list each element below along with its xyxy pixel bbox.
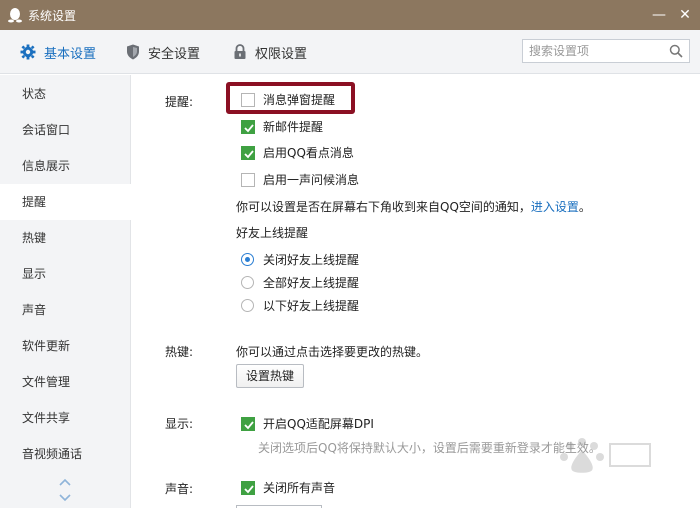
greeting-message-option[interactable]: 启用一声问候消息 [241,171,359,188]
option-label: 启用QQ看点消息 [263,146,354,160]
friend-online-title: 好友上线提醒 [236,226,309,240]
sidebar-item-software-update[interactable]: 软件更新 [0,328,131,364]
qq-kandian-checkbox[interactable] [241,145,255,160]
dpi-adapt-option[interactable]: 开启QQ适配屏幕DPI [241,415,374,432]
greeting-checkbox[interactable] [241,172,255,187]
mute-all-checkbox[interactable] [241,480,255,495]
friend-online-selected-option[interactable]: 以下好友上线提醒 [241,297,359,314]
shield-icon [127,44,139,60]
friend-online-off-option[interactable]: 关闭好友上线提醒 [241,251,359,268]
option-label: 关闭好友上线提醒 [263,253,360,267]
settings-toolbar: 基本设置 安全设置 权限设置 [0,30,700,74]
gear-icon [20,44,36,60]
notice-text: 你可以设置是否在屏幕右下角收到来自QQ空间的通知， [236,200,531,214]
sidebar-item-reminders[interactable]: 提醒 [0,184,131,220]
settings-sidebar: 状态 会话窗口 信息展示 提醒 热键 显示 声音 软件更新 文件管理 文件共享 … [0,75,131,508]
friend-online-all-option[interactable]: 全部好友上线提醒 [241,274,359,291]
search-icon[interactable] [669,44,683,58]
sidebar-item-chat-window[interactable]: 会话窗口 [0,112,131,148]
option-label: 关闭所有声音 [263,481,336,495]
tab-security-settings[interactable]: 安全设置 [126,30,200,74]
hotkeys-description: 你可以通过点击选择要更改的热键。 [236,345,429,359]
sidebar-item-status[interactable]: 状态 [0,76,131,112]
reminders-section-label: 提醒: [165,95,194,109]
tab-basic-settings[interactable]: 基本设置 [20,30,96,74]
checkmark-icon [244,420,254,429]
sidebar-item-hotkeys[interactable]: 热键 [0,220,131,256]
friend-online-all-radio[interactable] [241,276,254,289]
lock-icon [234,44,246,59]
qq-kandian-option[interactable]: 启用QQ看点消息 [241,144,354,161]
sidebar-item-info-display[interactable]: 信息展示 [0,148,131,184]
tab-label: 基本设置 [44,46,97,62]
option-label: 启用一声问候消息 [263,173,360,187]
option-label: 新邮件提醒 [263,120,324,134]
close-icon[interactable]: ✕ [676,6,694,24]
chevron-down-icon[interactable] [58,491,72,503]
new-mail-reminder-option[interactable]: 新邮件提醒 [241,118,323,135]
baidu-jingyan-watermark [560,438,651,473]
checkmark-icon [244,149,254,158]
set-hotkeys-button[interactable]: 设置热键 [236,364,305,388]
dpi-adapt-checkbox[interactable] [241,416,255,431]
tab-label: 安全设置 [148,46,201,62]
highlight-annotation [226,82,355,114]
sidebar-item-av-call[interactable]: 音视频通话 [0,436,131,472]
notice-end: 。 [578,200,591,214]
chevron-up-icon[interactable] [58,477,72,489]
friend-online-selected-radio[interactable] [241,299,254,312]
qq-penguin-icon [8,8,22,23]
sidebar-item-file-management[interactable]: 文件管理 [0,364,131,400]
hotkeys-section-label: 热键: [165,345,194,359]
checkmark-icon [244,123,254,132]
window-title: 系统设置 [28,8,77,23]
sidebar-item-file-sharing[interactable]: 文件共享 [0,400,131,436]
title-bar: 系统设置 — ✕ [0,0,700,30]
qzone-notice: 你可以设置是否在屏幕右下角收到来自QQ空间的通知，进入设置。 [236,198,591,215]
display-section-label: 显示: [165,417,194,431]
tab-permission-settings[interactable]: 权限设置 [233,30,307,74]
sound-section-label: 声音: [165,482,194,496]
mute-all-option[interactable]: 关闭所有声音 [241,479,335,496]
tab-label: 权限设置 [255,46,308,62]
sidebar-item-sound[interactable]: 声音 [0,292,131,328]
option-label: 开启QQ适配屏幕DPI [263,417,374,431]
search-input[interactable] [523,40,663,62]
minimize-icon[interactable]: — [650,6,668,24]
sidebar-item-display[interactable]: 显示 [0,256,131,292]
settings-search[interactable] [522,39,690,63]
option-label: 以下好友上线提醒 [263,299,360,313]
checkmark-icon [244,484,254,493]
option-label: 全部好友上线提醒 [263,276,360,290]
enter-settings-link[interactable]: 进入设置 [531,200,579,214]
friend-online-off-radio[interactable] [241,253,254,266]
new-mail-checkbox[interactable] [241,119,255,134]
